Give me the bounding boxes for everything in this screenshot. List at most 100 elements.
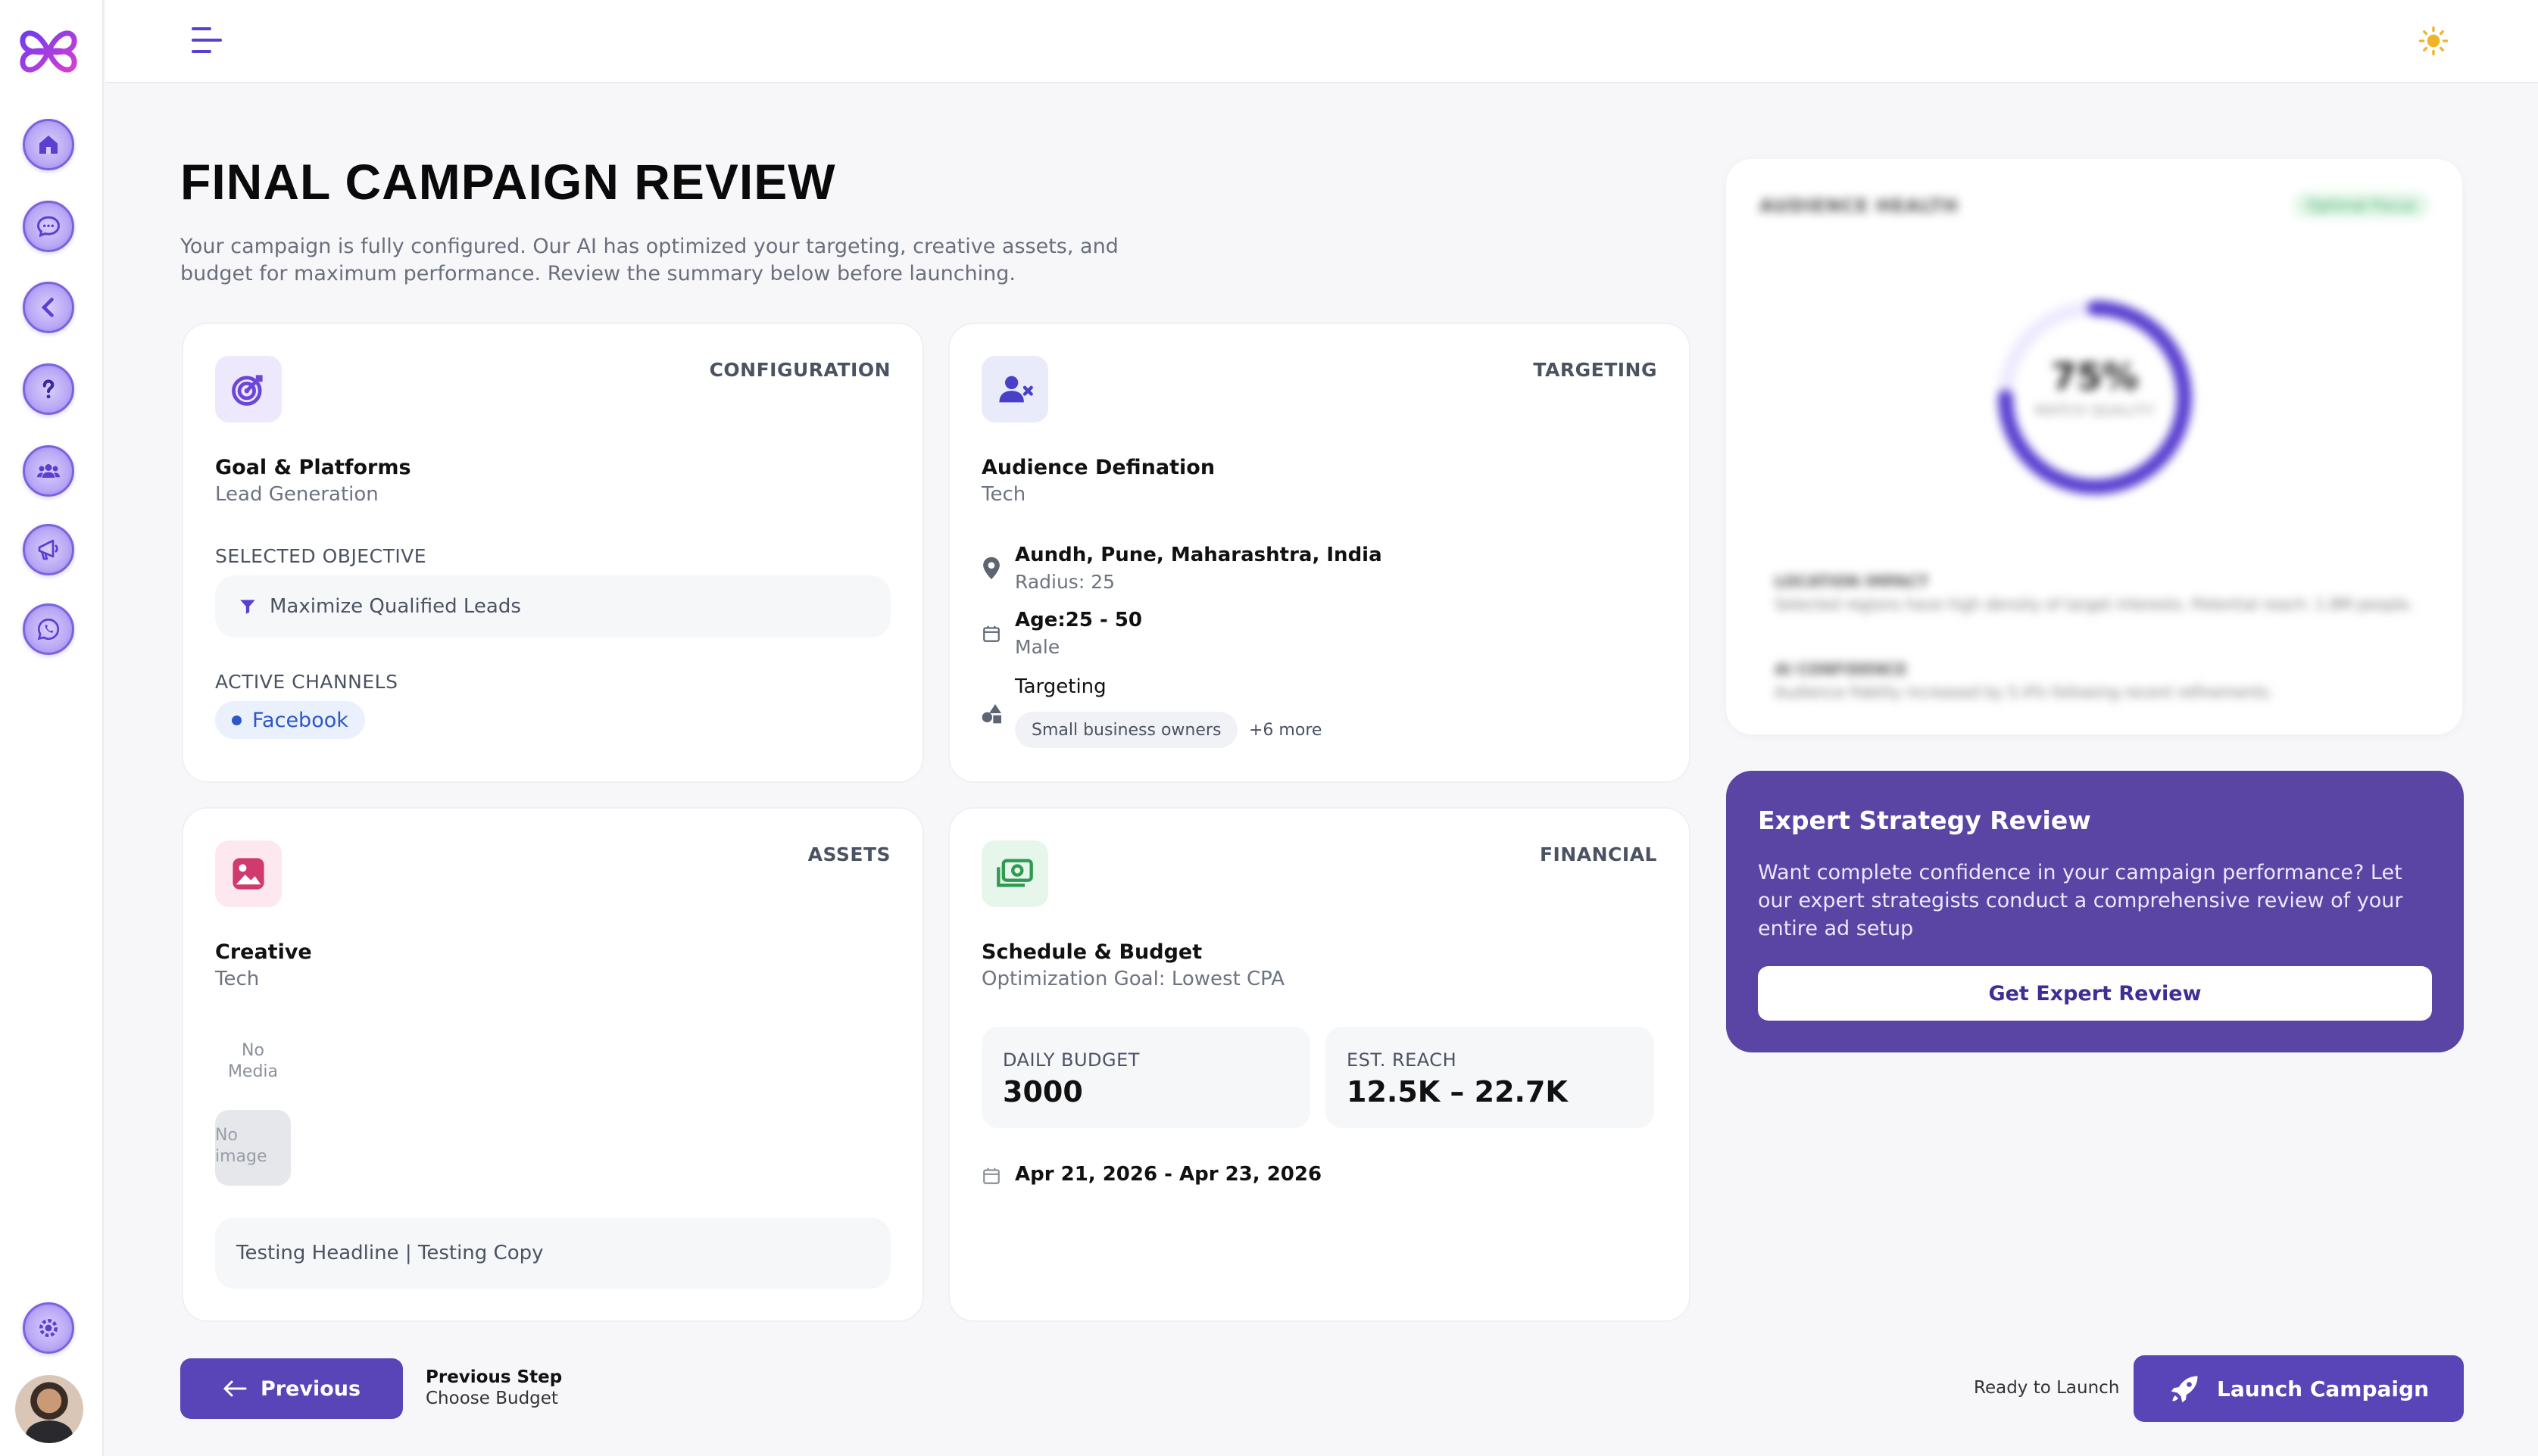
ad-copy-text: Testing Headline | Testing Copy bbox=[236, 1242, 544, 1264]
daily-budget-value: 3000 bbox=[1003, 1075, 1083, 1108]
whatsapp-icon bbox=[37, 618, 60, 641]
more-interests-link[interactable]: +6 more bbox=[1249, 721, 1322, 740]
audience-health-title: AUDIENCE HEALTH bbox=[1759, 195, 1959, 217]
daily-budget-label: DAILY BUDGET bbox=[1003, 1049, 1140, 1071]
money-icon bbox=[997, 859, 1033, 887]
card-subtitle: Lead Generation bbox=[215, 483, 379, 506]
expert-review-card: Expert Strategy Review Want complete con… bbox=[1726, 771, 2464, 1052]
sidebar-item-whatsapp[interactable] bbox=[23, 603, 74, 655]
filter-icon bbox=[240, 600, 255, 614]
sidebar bbox=[0, 0, 104, 1456]
megaphone-icon bbox=[38, 539, 58, 560]
interests-shapes-icon bbox=[982, 704, 1001, 724]
selected-objective-label: SELECTED OBJECTIVE bbox=[215, 545, 427, 567]
gender-value: Male bbox=[1015, 636, 1060, 658]
no-media-placeholder: No Media bbox=[227, 1041, 279, 1081]
expert-review-title: Expert Strategy Review bbox=[1758, 806, 2091, 835]
card-tag: CONFIGURATION bbox=[709, 359, 891, 381]
ready-to-launch-text: Ready to Launch bbox=[1974, 1378, 2120, 1398]
sidebar-item-settings[interactable] bbox=[23, 1302, 74, 1354]
card-tag: ASSETS bbox=[807, 843, 891, 865]
sidebar-item-help[interactable] bbox=[23, 363, 74, 415]
home-icon bbox=[39, 136, 58, 154]
user-avatar[interactable] bbox=[15, 1375, 83, 1443]
card-subtitle: Tech bbox=[215, 968, 260, 990]
users-icon bbox=[37, 464, 60, 478]
arrow-left-icon bbox=[223, 1380, 247, 1397]
audience-icon-box bbox=[982, 356, 1048, 422]
facebook-dot-icon bbox=[232, 715, 242, 725]
theme-toggle-sun-icon[interactable] bbox=[2418, 26, 2449, 56]
targeting-label: Targeting bbox=[1015, 675, 1107, 698]
match-quality-ring: 75% MATCH QUALITY bbox=[1993, 295, 2197, 500]
card-tag: FINANCIAL bbox=[1539, 843, 1657, 865]
top-bar bbox=[105, 0, 2538, 83]
card-title: Schedule & Budget bbox=[982, 940, 1203, 964]
estimated-reach-value: 12.5K – 22.7K bbox=[1347, 1075, 1568, 1108]
location-impact-text: Selected regions have high density of ta… bbox=[1775, 595, 2414, 613]
location-impact-title: LOCATION IMPACT bbox=[1775, 572, 1929, 591]
previous-button[interactable]: Previous bbox=[180, 1358, 403, 1419]
card-subtitle: Tech bbox=[982, 483, 1026, 506]
budget-icon-box bbox=[982, 840, 1048, 907]
estimated-reach-label: EST. REACH bbox=[1347, 1049, 1457, 1071]
estimated-reach-box: EST. REACH 12.5K – 22.7K bbox=[1325, 1027, 1654, 1128]
configuration-card: CONFIGURATION Goal & Platforms Lead Gene… bbox=[182, 323, 924, 783]
card-tag: TARGETING bbox=[1533, 359, 1657, 381]
ai-confidence-text: Audience fidelity increased by 5.4% foll… bbox=[1775, 683, 2274, 701]
chevron-left-icon bbox=[41, 298, 54, 317]
card-title: Audience Defination bbox=[982, 456, 1216, 479]
interest-chip: Small business owners bbox=[1015, 712, 1238, 748]
location-value: Aundh, Pune, Maharashtra, India bbox=[1015, 544, 1382, 566]
launch-campaign-button[interactable]: Launch Campaign bbox=[2134, 1355, 2464, 1422]
app-logo[interactable] bbox=[17, 20, 80, 83]
daily-budget-box: DAILY BUDGET 3000 bbox=[982, 1027, 1310, 1128]
audience-icon bbox=[999, 376, 1033, 403]
expert-review-text: Want complete confidence in your campaig… bbox=[1758, 861, 2403, 940]
calendar-icon bbox=[983, 1168, 1000, 1184]
goal-icon-box bbox=[215, 356, 282, 422]
match-quality-value: 75% bbox=[2051, 356, 2139, 398]
sidebar-item-home[interactable] bbox=[23, 119, 74, 170]
active-channels-label: ACTIVE CHANNELS bbox=[215, 671, 398, 693]
calendar-icon bbox=[983, 625, 1000, 642]
assets-card: ASSETS Creative Tech No Media No image T… bbox=[182, 807, 924, 1322]
card-subtitle: Optimization Goal: Lowest CPA bbox=[982, 968, 1285, 990]
audience-health-panel: AUDIENCE HEALTH Optimal Focus 75% MATCH … bbox=[1726, 159, 2462, 734]
previous-step-label: Previous Step bbox=[426, 1367, 563, 1387]
chat-icon bbox=[36, 216, 61, 238]
objective-value: Maximize Qualified Leads bbox=[270, 595, 521, 618]
sidebar-item-campaigns[interactable] bbox=[23, 524, 74, 575]
previous-button-label: Previous bbox=[260, 1376, 361, 1401]
sidebar-item-collapse[interactable] bbox=[23, 282, 74, 333]
help-icon bbox=[42, 379, 55, 399]
page-subtitle: Your campaign is fully configured. Our A… bbox=[180, 235, 1119, 285]
no-image-thumbnail: No image bbox=[215, 1110, 291, 1186]
targeting-card: TARGETING Audience Defination Tech Aundh… bbox=[948, 323, 1690, 783]
get-expert-review-button[interactable]: Get Expert Review bbox=[1758, 966, 2432, 1021]
channel-name: Facebook bbox=[252, 708, 348, 732]
target-icon bbox=[232, 375, 263, 406]
settings-icon bbox=[39, 1319, 58, 1337]
card-title: Creative bbox=[215, 940, 312, 964]
objective-box: Maximize Qualified Leads bbox=[215, 575, 891, 638]
launch-campaign-label: Launch Campaign bbox=[2216, 1376, 2429, 1401]
rocket-icon bbox=[2171, 1376, 2198, 1403]
page-title: FINAL CAMPAIGN REVIEW bbox=[180, 154, 836, 210]
creative-icon-box bbox=[215, 840, 282, 907]
image-icon bbox=[233, 858, 264, 890]
ad-copy-box: Testing Headline | Testing Copy bbox=[215, 1217, 891, 1289]
location-pin-icon bbox=[983, 557, 1000, 580]
menu-icon[interactable] bbox=[192, 27, 222, 55]
channel-chip-facebook: Facebook bbox=[215, 701, 365, 739]
sidebar-item-audience[interactable] bbox=[23, 445, 74, 497]
previous-step-name: Choose Budget bbox=[426, 1389, 558, 1408]
match-quality-label: MATCH QUALITY bbox=[2034, 403, 2156, 419]
ai-confidence-title: AI CONFIDENCE bbox=[1775, 660, 1907, 678]
card-title: Goal & Platforms bbox=[215, 456, 411, 479]
radius-value: Radius: 25 bbox=[1015, 571, 1116, 593]
sidebar-item-chat[interactable] bbox=[23, 201, 74, 252]
optimal-focus-badge: Optimal Focus bbox=[2293, 192, 2429, 218]
schedule-dates: Apr 21, 2026 - Apr 23, 2026 bbox=[1015, 1163, 1322, 1186]
age-value: Age:25 - 50 bbox=[1015, 609, 1143, 631]
